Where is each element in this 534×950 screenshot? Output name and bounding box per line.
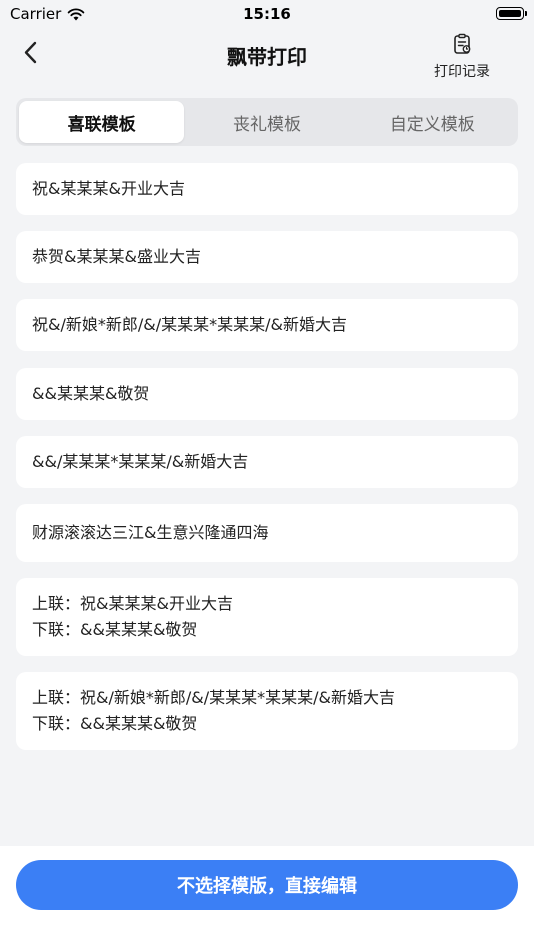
bottom-bar: 不选择模版，直接编辑 [0,846,534,950]
tab-funeral-templates[interactable]: 丧礼模板 [184,101,349,143]
template-card[interactable]: 上联：祝&某某某&开业大吉 下联：&&某某某&敬贺 [16,578,518,656]
clipboard-list-icon [454,33,471,54]
template-card[interactable]: 上联：祝&/新娘*新郎/&/某某某*某某某/&新婚大吉 下联：&&某某某&敬贺 [16,672,518,750]
print-record-button[interactable]: 打印记录 [430,32,494,80]
template-text: &&某某某&敬贺 [32,384,150,403]
template-card[interactable]: 祝&某某某&开业大吉 [16,163,518,215]
template-text: 祝&/新娘*新郎/&/某某某*某某某/&新婚大吉 [32,315,347,334]
template-text: 财源滚滚达三江&生意兴隆通四海 [32,523,269,542]
nav-bar: 飘带打印 打印记录 [0,28,534,88]
tab-festive-templates[interactable]: 喜联模板 [19,101,185,143]
template-card[interactable]: &&某某某&敬贺 [16,368,518,420]
lower-line-text: 下联：&&某某某&敬贺 [32,620,198,639]
battery-icon [496,7,527,20]
lower-line-text: 下联：&&某某某&敬贺 [32,714,198,733]
tab-custom-templates[interactable]: 自定义模板 [350,101,515,143]
template-text: 恭贺&某某某&盛业大吉 [32,247,201,266]
edit-directly-button[interactable]: 不选择模版，直接编辑 [16,860,518,910]
template-text: 祝&某某某&开业大吉 [32,179,185,198]
template-card[interactable]: &&/某某某*某某某/&新婚大吉 [16,436,518,488]
upper-line-text: 上联：祝&/新娘*新郎/&/某某某*某某某/&新婚大吉 [32,688,395,707]
template-card[interactable]: 财源滚滚达三江&生意兴隆通四海 [16,504,518,562]
template-tabs: 喜联模板 丧礼模板 自定义模板 [16,98,518,146]
template-card[interactable]: 祝&/新娘*新郎/&/某某某*某某某/&新婚大吉 [16,299,518,351]
upper-line-text: 上联：祝&某某某&开业大吉 [32,594,233,613]
template-card[interactable]: 恭贺&某某某&盛业大吉 [16,231,518,283]
status-time: 15:16 [243,5,291,23]
status-bar: Carrier 15:16 [0,0,534,28]
print-record-label: 打印记录 [434,64,490,80]
template-text: &&/某某某*某某某/&新婚大吉 [32,452,249,471]
